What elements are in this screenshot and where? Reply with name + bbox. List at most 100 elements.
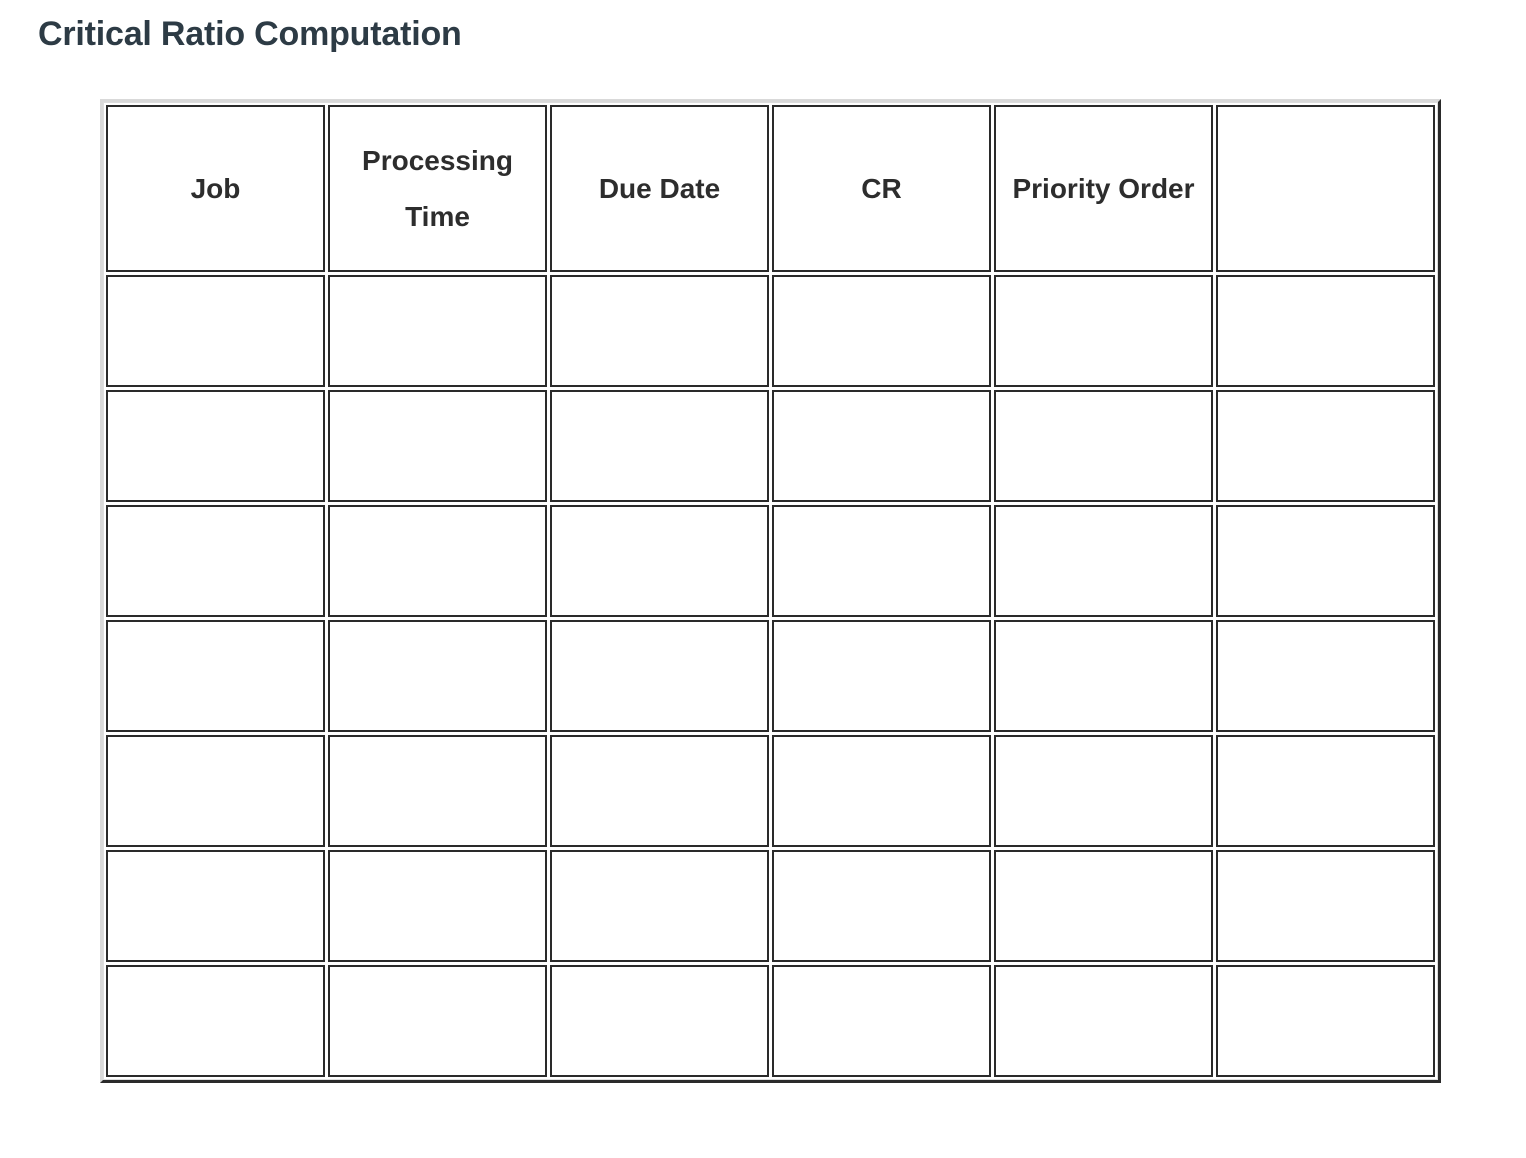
table-cell-processing-time[interactable]: [328, 735, 547, 847]
table-cell-priority-order[interactable]: [994, 965, 1213, 1077]
column-header-processing-time: Processing Time: [328, 105, 547, 272]
table-cell-value: [330, 446, 545, 447]
table-cell-cr[interactable]: [772, 620, 991, 732]
table-cell-priority-order[interactable]: [994, 505, 1213, 617]
table-cell-value: [996, 446, 1211, 447]
page-root: Critical Ratio Computation Job Processin…: [0, 0, 1526, 1158]
table-cell-value: [330, 561, 545, 562]
column-header-job-inner: Job: [108, 107, 323, 270]
table-cell-value: [552, 331, 767, 332]
table-cell-cr[interactable]: [772, 735, 991, 847]
table-cell-value: [108, 906, 323, 907]
table-cell-value: [1218, 561, 1433, 562]
table-cell-cr[interactable]: [772, 275, 991, 387]
table-row: [106, 735, 1435, 847]
column-header-job-label: Job: [190, 172, 241, 204]
table-cell-value: [330, 791, 545, 792]
table-cell-value: [774, 331, 989, 332]
table-cell-due-date[interactable]: [550, 735, 769, 847]
column-header-priority-order-label: Priority Order: [1012, 172, 1195, 204]
critical-ratio-computation-table: Job Processing Time Due Date CR Priority…: [100, 99, 1441, 1083]
column-header-processing-time-label: Processing Time: [362, 144, 513, 232]
table-cell-cr[interactable]: [772, 965, 991, 1077]
table-cell-due-date[interactable]: [550, 620, 769, 732]
table-cell-value: [552, 906, 767, 907]
table-cell-blank[interactable]: [1216, 505, 1435, 617]
table-cell-value: [996, 906, 1211, 907]
column-header-cr: CR: [772, 105, 991, 272]
table-cell-value: [774, 676, 989, 677]
column-header-due-date: Due Date: [550, 105, 769, 272]
table-cell-value: [774, 446, 989, 447]
table-cell-value: [108, 676, 323, 677]
table-cell-value: [774, 791, 989, 792]
table-row: [106, 965, 1435, 1077]
table-cell-blank[interactable]: [1216, 620, 1435, 732]
table-cell-processing-time[interactable]: [328, 275, 547, 387]
table-cell-value: [108, 446, 323, 447]
table-cell-value: [330, 331, 545, 332]
table-cell-due-date[interactable]: [550, 505, 769, 617]
table-header-row: Job Processing Time Due Date CR Priority…: [106, 105, 1435, 272]
table-cell-value: [108, 331, 323, 332]
table-cell-value: [996, 791, 1211, 792]
table-cell-blank[interactable]: [1216, 275, 1435, 387]
table-cell-priority-order[interactable]: [994, 275, 1213, 387]
table-cell-job[interactable]: [106, 390, 325, 502]
table-cell-due-date[interactable]: [550, 850, 769, 962]
table-cell-job[interactable]: [106, 620, 325, 732]
table-cell-job[interactable]: [106, 850, 325, 962]
table-cell-blank[interactable]: [1216, 965, 1435, 1077]
table-cell-processing-time[interactable]: [328, 390, 547, 502]
table-cell-due-date[interactable]: [550, 275, 769, 387]
table-cell-job[interactable]: [106, 965, 325, 1077]
table-cell-value: [996, 561, 1211, 562]
table-body: [106, 275, 1435, 1077]
table-cell-value: [1218, 331, 1433, 332]
column-header-due-date-inner: Due Date: [552, 107, 767, 270]
table-cell-job[interactable]: [106, 275, 325, 387]
table-container: Job Processing Time Due Date CR Priority…: [100, 99, 1441, 1083]
table-cell-value: [330, 676, 545, 677]
column-header-job: Job: [106, 105, 325, 272]
table-cell-blank[interactable]: [1216, 735, 1435, 847]
table-cell-cr[interactable]: [772, 390, 991, 502]
table-cell-due-date[interactable]: [550, 965, 769, 1077]
table-cell-priority-order[interactable]: [994, 735, 1213, 847]
page-title: Critical Ratio Computation: [38, 15, 462, 53]
table-cell-value: [996, 331, 1211, 332]
table-cell-processing-time[interactable]: [328, 850, 547, 962]
table-cell-value: [552, 791, 767, 792]
table-cell-processing-time[interactable]: [328, 620, 547, 732]
table-cell-due-date[interactable]: [550, 390, 769, 502]
table-row: [106, 620, 1435, 732]
table-cell-value: [552, 446, 767, 447]
table-cell-job[interactable]: [106, 505, 325, 617]
table-cell-value: [1218, 676, 1433, 677]
table-cell-priority-order[interactable]: [994, 620, 1213, 732]
table-cell-value: [330, 906, 545, 907]
table-cell-blank[interactable]: [1216, 390, 1435, 502]
table-cell-value: [552, 676, 767, 677]
table-cell-value: [1218, 1021, 1433, 1022]
table-cell-value: [774, 561, 989, 562]
table-cell-value: [996, 676, 1211, 677]
column-header-blank: [1216, 105, 1435, 272]
table-cell-value: [1218, 446, 1433, 447]
table-cell-cr[interactable]: [772, 505, 991, 617]
column-header-cr-inner: CR: [774, 107, 989, 270]
table-cell-job[interactable]: [106, 735, 325, 847]
table-cell-processing-time[interactable]: [328, 505, 547, 617]
table-cell-blank[interactable]: [1216, 850, 1435, 962]
column-header-processing-time-inner: Processing Time: [330, 107, 545, 270]
column-header-priority-order: Priority Order: [994, 105, 1213, 272]
table-cell-value: [330, 1021, 545, 1022]
table-row: [106, 390, 1435, 502]
table-cell-priority-order[interactable]: [994, 390, 1213, 502]
table-cell-value: [108, 561, 323, 562]
table-cell-value: [108, 1021, 323, 1022]
table-cell-priority-order[interactable]: [994, 850, 1213, 962]
table-cell-processing-time[interactable]: [328, 965, 547, 1077]
table-cell-cr[interactable]: [772, 850, 991, 962]
table-cell-value: [774, 1021, 989, 1022]
